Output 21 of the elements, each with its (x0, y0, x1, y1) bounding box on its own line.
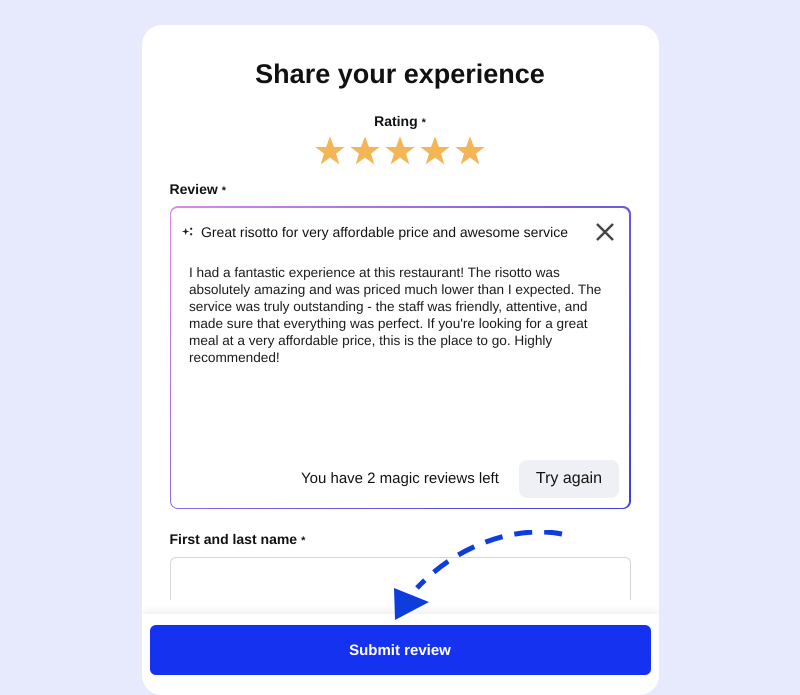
star-rating[interactable] (314, 135, 486, 167)
review-title-suggestion: Great risotto for very affordable price and awesome service (201, 224, 570, 240)
try-again-button[interactable]: Try again (518, 460, 619, 498)
rating-label: Rating (374, 113, 418, 129)
review-label: Review (170, 181, 218, 197)
sparkle-icon (182, 226, 193, 237)
required-mark: * (222, 185, 226, 197)
review-text: I had a fantastic experience at this restaurant! The risotto was absolutely amazing and was priced much lower than I expected. The service was truly outstanding - the staff was friendly, attentive, and made sure that everything was perfect. If you're looking for a great meal at a very affordable price, this is the place to go. Highly recommended! (189, 264, 602, 366)
star-icon[interactable] (419, 135, 451, 167)
submit-button[interactable]: Submit review (150, 625, 650, 675)
name-label: First and last name (170, 531, 298, 547)
star-icon[interactable] (454, 135, 486, 167)
remaining-count-text: You have 2 magic reviews left (301, 470, 499, 487)
required-mark: * (301, 535, 306, 547)
star-icon[interactable] (349, 135, 381, 167)
required-mark: * (422, 117, 426, 129)
star-icon[interactable] (314, 135, 346, 167)
review-field[interactable] (170, 206, 630, 509)
star-icon[interactable] (384, 135, 416, 167)
close-icon[interactable] (595, 222, 615, 242)
form-title: Share your experience (254, 58, 546, 91)
